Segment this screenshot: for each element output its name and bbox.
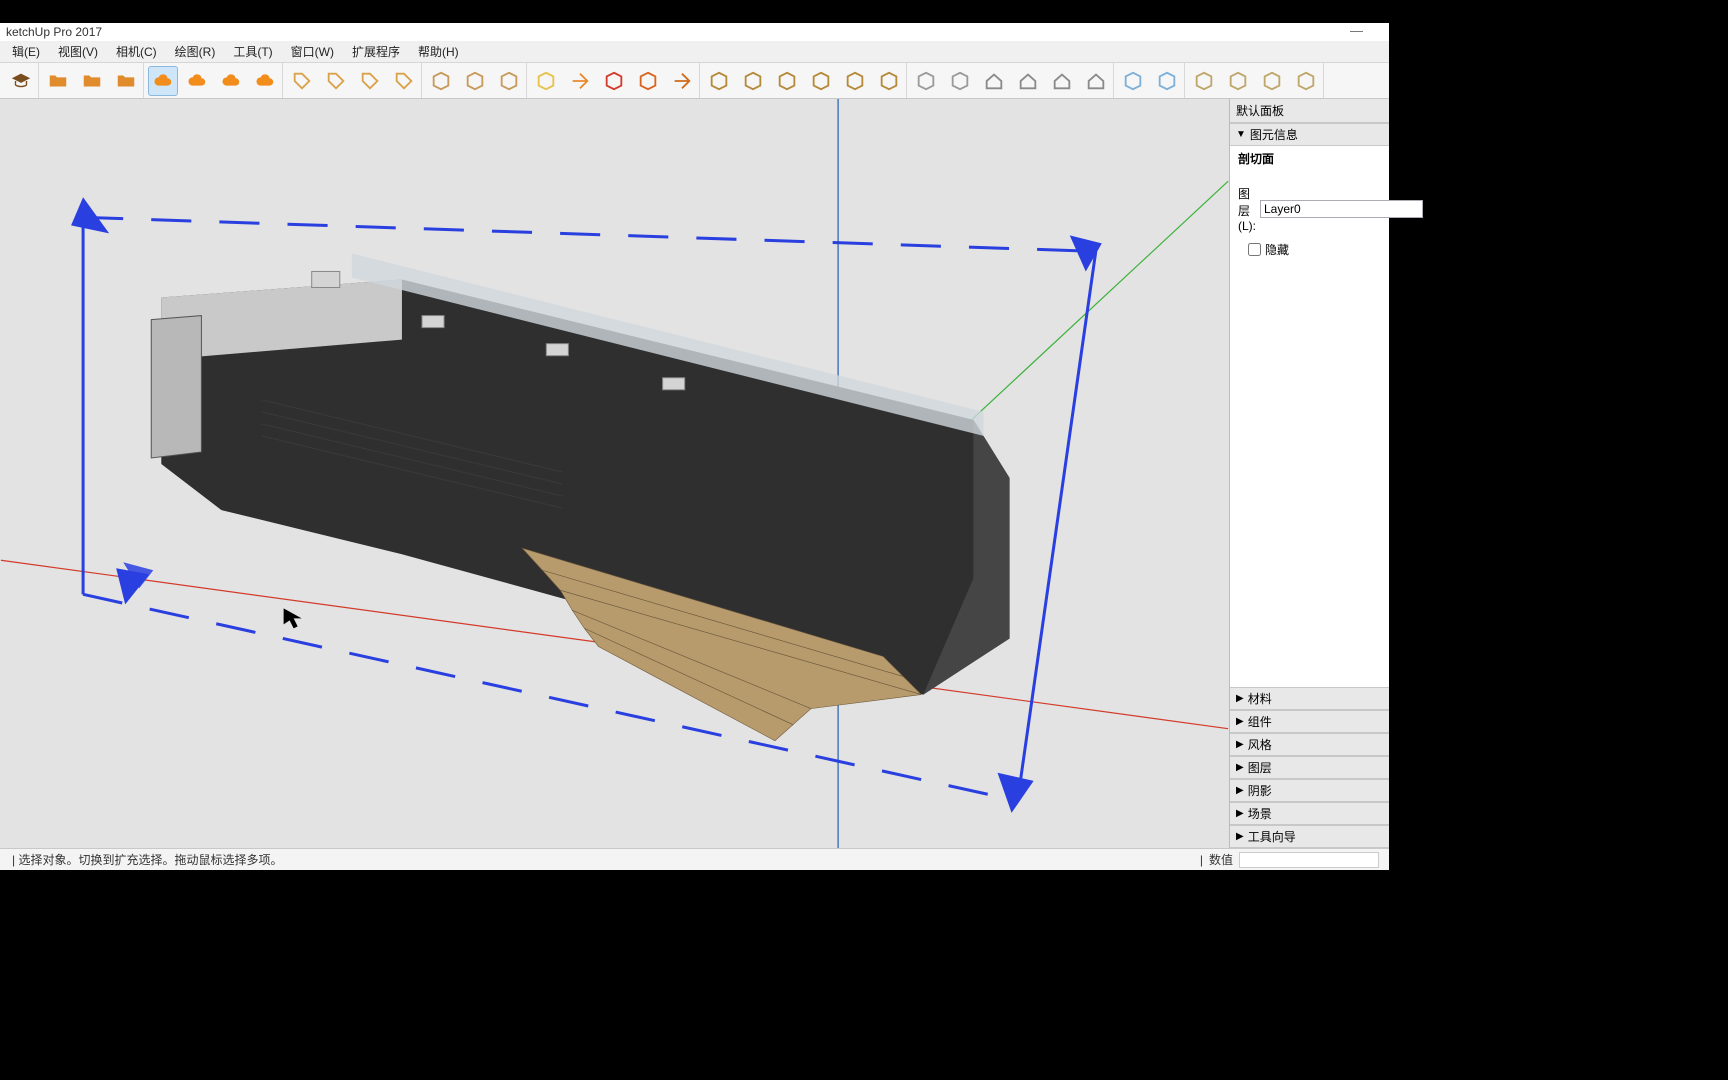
- toolbar-slash-red[interactable]: [599, 66, 629, 96]
- chevron-right-icon: ▶: [1236, 785, 1244, 796]
- accordion-阴影[interactable]: ▶阴影: [1230, 779, 1389, 802]
- chevron-right-icon: ▶: [1236, 716, 1244, 727]
- menu-工具(T)[interactable]: 工具(T): [225, 41, 280, 62]
- toolbar-tag2[interactable]: [321, 66, 351, 96]
- toolbar-s4[interactable]: [1291, 66, 1321, 96]
- toolbar-tag3[interactable]: [355, 66, 385, 96]
- menu-bar: 辑(E)视图(V)相机(C)绘图(R)工具(T)窗口(W)扩展程序帮助(H): [0, 41, 1389, 63]
- menu-相机(C)[interactable]: 相机(C): [108, 41, 165, 62]
- toolbar-box2[interactable]: [945, 66, 975, 96]
- toolbar-box1[interactable]: [911, 66, 941, 96]
- hidden-label: 隐藏: [1265, 241, 1289, 258]
- minimize-button[interactable]: —: [1350, 23, 1363, 38]
- tray-panel: 默认面板 ▼ 图元信息 剖切面 图层(L): 隐藏 ▶材料▶组件▶风格▶图层▶阴…: [1230, 99, 1389, 848]
- measurement-input[interactable]: [1239, 852, 1379, 868]
- toolbar-cube3[interactable]: [494, 66, 524, 96]
- toolbar-paint2[interactable]: [738, 66, 768, 96]
- toolbar-tag4[interactable]: [389, 66, 419, 96]
- toolbar-p1[interactable]: [1118, 66, 1148, 96]
- entity-type-label: 剖切面: [1230, 146, 1389, 171]
- toolbar-house1[interactable]: [979, 66, 1009, 96]
- viewport[interactable]: [0, 99, 1230, 848]
- toolbar-paint5[interactable]: [840, 66, 870, 96]
- accordion-组件[interactable]: ▶组件: [1230, 710, 1389, 733]
- toolbar-s3[interactable]: [1257, 66, 1287, 96]
- toolbar-house4[interactable]: [1081, 66, 1111, 96]
- measurement-label: 数值: [1209, 851, 1233, 868]
- accordion-材料[interactable]: ▶材料: [1230, 687, 1389, 710]
- toolbar-paint3[interactable]: [772, 66, 802, 96]
- menu-扩展程序[interactable]: 扩展程序: [344, 41, 408, 62]
- toolbar-paint1[interactable]: [704, 66, 734, 96]
- toolbar-cube1[interactable]: [426, 66, 456, 96]
- toolbar-cloud-solid[interactable]: [216, 66, 246, 96]
- menu-窗口(W)[interactable]: 窗口(W): [283, 41, 342, 62]
- toolbar-cloud-check[interactable]: [250, 66, 280, 96]
- layer-label: 图层(L):: [1238, 185, 1256, 233]
- chevron-right-icon: ▶: [1236, 808, 1244, 819]
- chevron-right-icon: ▶: [1236, 693, 1244, 704]
- chevron-down-icon: ▼: [1236, 129, 1246, 140]
- title-bar: ketchUp Pro 2017 —: [0, 23, 1389, 41]
- menu-绘图(R)[interactable]: 绘图(R): [167, 41, 224, 62]
- toolbar-house2[interactable]: [1013, 66, 1043, 96]
- accordion-entity-info[interactable]: ▼ 图元信息: [1230, 123, 1389, 146]
- toolbar-p2[interactable]: [1152, 66, 1182, 96]
- layer-field[interactable]: [1260, 200, 1423, 218]
- toolbar-folder-x[interactable]: [111, 66, 141, 96]
- toolbar-arrow-orange[interactable]: [565, 66, 595, 96]
- toolbar-cloud-active[interactable]: [148, 66, 178, 96]
- toolbar: [0, 63, 1389, 99]
- accordion-图层[interactable]: ▶图层: [1230, 756, 1389, 779]
- toolbar-tag[interactable]: [287, 66, 317, 96]
- toolbar-cloud-lines[interactable]: [182, 66, 212, 96]
- viewport-scene: [0, 99, 1229, 848]
- entity-info-body: 图层(L): 隐藏: [1230, 171, 1389, 266]
- accordion-工具向导[interactable]: ▶工具向导: [1230, 825, 1389, 848]
- toolbar-paint6[interactable]: [874, 66, 904, 96]
- menu-视图(V)[interactable]: 视图(V): [50, 41, 106, 62]
- toolbar-house3[interactable]: [1047, 66, 1077, 96]
- menu-辑(E)[interactable]: 辑(E): [4, 41, 48, 62]
- toolbar-paint4[interactable]: [806, 66, 836, 96]
- chevron-right-icon: ▶: [1236, 739, 1244, 750]
- chevron-right-icon: ▶: [1236, 831, 1244, 842]
- toolbar-s1[interactable]: [1189, 66, 1219, 96]
- accordion-场景[interactable]: ▶场景: [1230, 802, 1389, 825]
- status-bar: | 选择对象。切换到扩充选择。拖动鼠标选择多项。 | 数值: [0, 848, 1389, 870]
- accordion-风格[interactable]: ▶风格: [1230, 733, 1389, 756]
- app-title: ketchUp Pro 2017: [6, 25, 102, 39]
- toolbar-folder-open[interactable]: [43, 66, 73, 96]
- tray-title[interactable]: 默认面板: [1230, 99, 1389, 123]
- menu-帮助(H)[interactable]: 帮助(H): [410, 41, 467, 62]
- toolbar-folder-plus[interactable]: [77, 66, 107, 96]
- status-message: | 选择对象。切换到扩充选择。拖动鼠标选择多项。: [4, 851, 1200, 868]
- toolbar-grad-cap[interactable]: [6, 66, 36, 96]
- app-window: ketchUp Pro 2017 — 辑(E)视图(V)相机(C)绘图(R)工具…: [0, 23, 1389, 870]
- toolbar-star-arrow[interactable]: [531, 66, 561, 96]
- toolbar-s2[interactable]: [1223, 66, 1253, 96]
- toolbar-para[interactable]: [633, 66, 663, 96]
- toolbar-arrow-up[interactable]: [667, 66, 697, 96]
- toolbar-cube2[interactable]: [460, 66, 490, 96]
- hidden-checkbox[interactable]: [1248, 243, 1261, 256]
- chevron-right-icon: ▶: [1236, 762, 1244, 773]
